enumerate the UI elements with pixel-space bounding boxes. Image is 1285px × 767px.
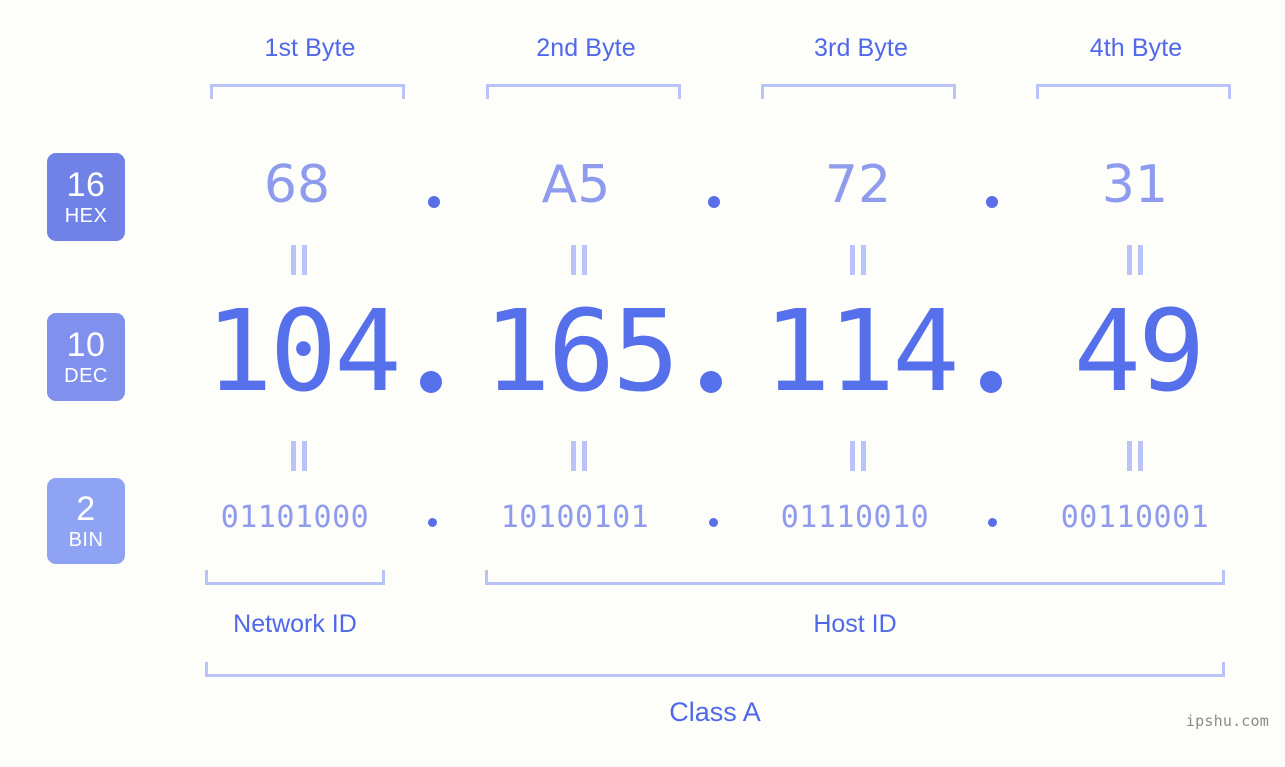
- dec-octet-1: 104: [205, 287, 401, 417]
- hex-separator-dot-3: [986, 196, 998, 208]
- equals-mark-dec-bin-2: [568, 441, 590, 471]
- byte-bracket-1: [210, 84, 405, 99]
- base-badge-hex: 16 HEX: [47, 153, 125, 241]
- site-watermark: ipshu.com: [1185, 712, 1269, 730]
- byte-header-label-2: 2nd Byte: [536, 34, 636, 62]
- byte-header-label-1: 1st Byte: [264, 34, 356, 62]
- equals-mark-dec-bin-4: [1124, 441, 1146, 471]
- equals-mark-hex-dec-3: [847, 245, 869, 275]
- hex-separator-dot-1: [428, 196, 440, 208]
- base-badge-dec-unit: DEC: [64, 365, 108, 387]
- hex-separator-dot-2: [708, 196, 720, 208]
- network-id-bracket: [205, 570, 385, 585]
- byte-header-label-3: 3rd Byte: [814, 34, 908, 62]
- network-id-label: Network ID: [233, 610, 357, 638]
- base-badge-bin: 2 BIN: [47, 478, 125, 564]
- dec-octet-2: 165: [483, 287, 679, 417]
- bin-separator-dot-2: [709, 518, 718, 527]
- dec-separator-dot-1: [420, 371, 442, 393]
- hex-octet-2: A5: [541, 155, 611, 215]
- dec-octet-3: 114: [763, 287, 959, 417]
- base-badge-bin-number: 2: [76, 490, 96, 528]
- hex-octet-4: 31: [1101, 155, 1169, 215]
- host-id-bracket: [485, 570, 1225, 585]
- byte-bracket-2: [486, 84, 681, 99]
- bin-octet-3: 01110010: [780, 500, 930, 535]
- hex-octet-1: 68: [263, 155, 331, 215]
- equals-mark-hex-dec-2: [568, 245, 590, 275]
- bin-octet-4: 00110001: [1060, 500, 1210, 535]
- class-label: Class A: [669, 697, 761, 727]
- hex-octet-3: 72: [824, 155, 892, 215]
- ip-address-breakdown-diagram: 1st Byte 2nd Byte 3rd Byte 4th Byte 16 H…: [0, 0, 1285, 767]
- bin-separator-dot-1: [428, 518, 437, 527]
- equals-mark-dec-bin-1: [288, 441, 310, 471]
- equals-mark-hex-dec-1: [288, 245, 310, 275]
- byte-bracket-3: [761, 84, 956, 99]
- byte-header-label-4: 4th Byte: [1089, 34, 1183, 62]
- host-id-label: Host ID: [813, 610, 897, 638]
- byte-bracket-4: [1036, 84, 1231, 99]
- dec-separator-dot-3: [980, 371, 1002, 393]
- base-badge-hex-number: 16: [66, 166, 106, 204]
- equals-mark-dec-bin-3: [847, 441, 869, 471]
- equals-mark-hex-dec-4: [1124, 245, 1146, 275]
- bin-octet-2: 10100101: [500, 500, 650, 535]
- base-badge-dec-number: 10: [66, 326, 106, 364]
- bin-separator-dot-3: [988, 518, 997, 527]
- base-badge-dec: 10 DEC: [47, 313, 125, 401]
- base-badge-bin-unit: BIN: [68, 529, 104, 551]
- class-bracket: [205, 662, 1225, 677]
- dec-separator-dot-2: [700, 371, 722, 393]
- bin-octet-1: 01101000: [220, 500, 370, 535]
- base-badge-hex-unit: HEX: [64, 205, 108, 227]
- dec-octet-4: 49: [1073, 287, 1206, 417]
